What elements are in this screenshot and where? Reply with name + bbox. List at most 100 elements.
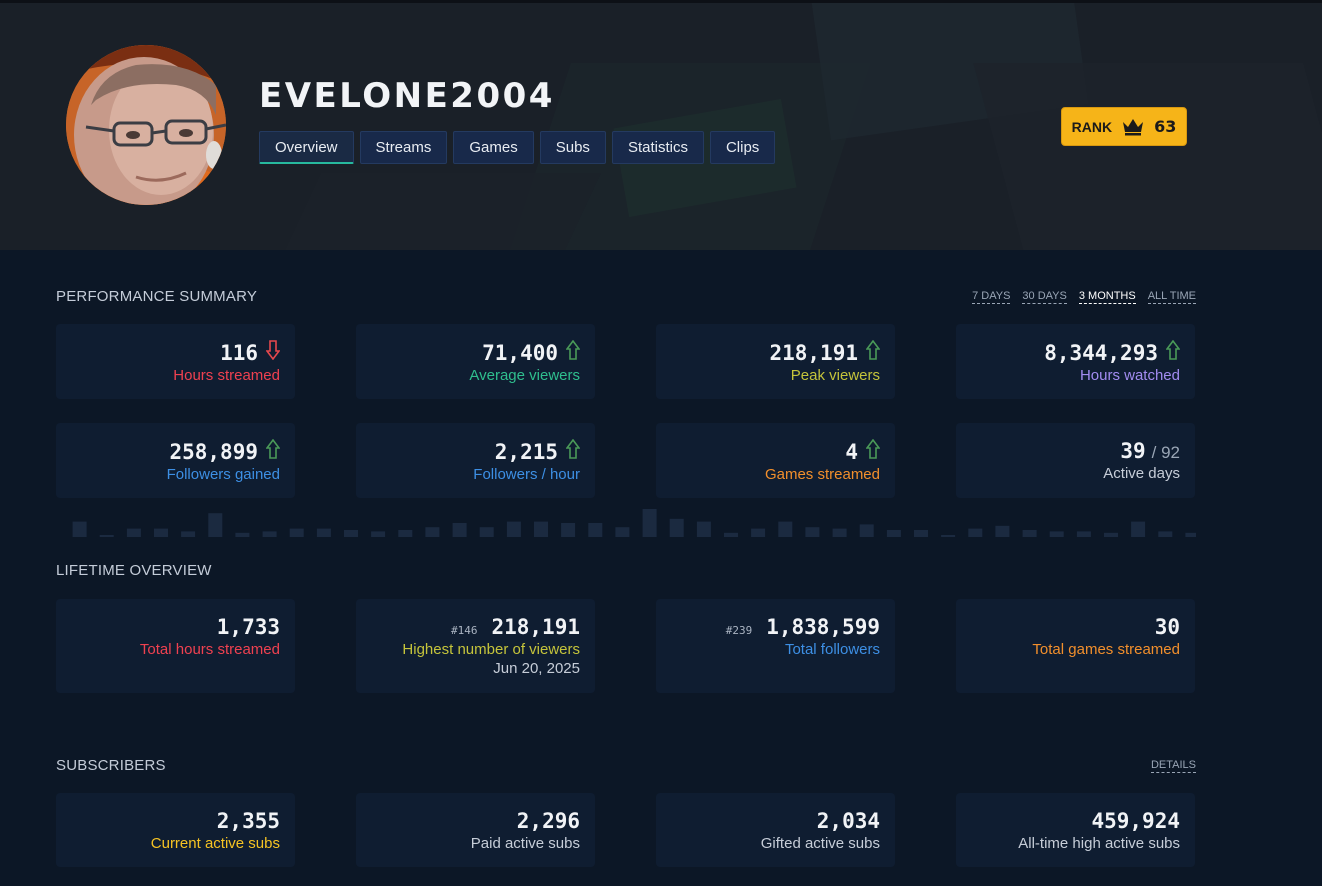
stat-card-hours-watched: 8,344,293 Hours watched (956, 324, 1195, 399)
stat-card-peak-viewers: 218,191 Peak viewers (656, 324, 895, 399)
stat-card-followers-gained: 258,899 Followers gained (56, 423, 295, 498)
rank-value: 63 (1154, 117, 1177, 136)
stat-value: 218,191 (491, 615, 580, 639)
tab-games[interactable]: Games (453, 131, 534, 164)
activity-bar (1104, 532, 1118, 537)
stat-value: 2,215 (494, 440, 558, 464)
stat-date: Jun 20, 2025 (493, 660, 580, 677)
trend-up-icon (1166, 340, 1180, 360)
tab-clips[interactable]: Clips (709, 131, 776, 164)
stat-label: Gifted active subs (760, 835, 880, 852)
stat-card-followers-per-hour: 2,215 Followers / hour (356, 423, 595, 498)
activity-bar (778, 521, 793, 537)
header-background-shape (279, 173, 601, 250)
stat-card-hours-streamed: 116 Hours streamed (56, 324, 295, 399)
activity-bar (154, 528, 168, 537)
stat-card-average-viewers: 71,400 Average viewers (356, 324, 595, 399)
stat-label: Hours streamed (173, 367, 280, 384)
stat-value: 459,924 (1091, 809, 1180, 833)
rank-badge[interactable]: RANK 63 (1061, 107, 1187, 146)
stat-value: 2,034 (816, 809, 880, 833)
activity-bar (208, 513, 223, 537)
range-3-months[interactable]: 3 MONTHS (1078, 290, 1136, 304)
lifetime-card-highest-viewers: #146 218,191 Highest number of viewers J… (356, 599, 595, 693)
activity-bar (506, 521, 521, 537)
activity-bar (126, 528, 141, 537)
trend-up-icon (866, 340, 880, 360)
activity-bar (642, 509, 657, 537)
activity-bar (398, 530, 413, 537)
activity-bar (72, 521, 87, 537)
trend-up-icon (266, 439, 280, 459)
stat-total-days: / 92 (1151, 443, 1180, 462)
time-range-selector: 7 DAYS 30 DAYS 3 MONTHS ALL TIME (972, 290, 1196, 304)
activity-bar (832, 528, 847, 537)
stat-label: Hours watched (1079, 367, 1180, 384)
activity-bar (805, 527, 820, 537)
tab-subs[interactable]: Subs (539, 131, 606, 164)
activity-bar (235, 532, 250, 537)
trend-up-icon (866, 439, 880, 459)
stat-value: 39 (1120, 439, 1146, 463)
tab-statistics[interactable]: Statistics (611, 131, 704, 164)
subs-card-current-active: 2,355 Current active subs (56, 793, 295, 867)
range-all-time[interactable]: ALL TIME (1147, 290, 1196, 304)
stat-label: Paid active subs (470, 835, 580, 852)
stat-value: 2,296 (516, 809, 580, 833)
activity-bar (1049, 531, 1064, 537)
tab-overview[interactable]: Overview (259, 131, 354, 164)
lifetime-card-total-games: 30 Total games streamed (956, 599, 1195, 693)
activity-bar (941, 535, 956, 537)
range-7-days[interactable]: 7 DAYS (972, 290, 1011, 304)
activity-bar (99, 535, 114, 537)
activity-bar-chart (72, 509, 1196, 537)
stat-label: Followers / hour (473, 466, 580, 483)
subscribers-details-link[interactable]: DETAILS (1150, 759, 1196, 773)
stat-label: Average viewers (469, 367, 580, 384)
activity-bar (669, 518, 684, 537)
subs-card-paid-active: 2,296 Paid active subs (356, 793, 595, 867)
activity-bar (181, 531, 196, 537)
activity-bar (344, 530, 358, 537)
stat-label: Total hours streamed (139, 641, 280, 658)
activity-bar (452, 523, 467, 537)
stat-label: Active days (1103, 465, 1180, 482)
activity-bar (1131, 521, 1146, 537)
rank-position: #146 (450, 624, 478, 637)
stat-value: 1,733 (216, 615, 280, 639)
crown-icon (1123, 118, 1144, 135)
lifetime-card-total-followers: #239 1,838,599 Total followers (656, 599, 895, 693)
activity-bar (886, 530, 901, 537)
activity-bar (534, 521, 548, 537)
stat-value: 30 (1154, 615, 1180, 639)
activity-bar (615, 527, 630, 537)
stat-value: 8,344,293 (1044, 341, 1158, 365)
channel-avatar[interactable] (66, 45, 226, 205)
lifetime-overview-title: LIFETIME OVERVIEW (56, 562, 212, 579)
subs-card-gifted-active: 2,034 Gifted active subs (656, 793, 895, 867)
activity-bar (316, 528, 331, 537)
range-30-days[interactable]: 30 DAYS (1022, 290, 1067, 304)
stat-label: Games streamed (764, 466, 880, 483)
rank-label: RANK (1071, 118, 1113, 135)
activity-bar (588, 523, 603, 537)
trend-up-icon (566, 340, 580, 360)
stat-value: 4 (845, 440, 858, 464)
stat-card-active-days: 39 / 92 Active days (956, 423, 1195, 498)
activity-bar (1076, 531, 1091, 537)
trend-down-icon (266, 340, 280, 360)
stat-label: All-time high active subs (1018, 835, 1180, 852)
activity-bar (561, 523, 576, 537)
header-background-shape (973, 63, 1322, 250)
avatar-image (66, 45, 226, 205)
stat-label: Total followers (784, 641, 880, 658)
activity-bar (696, 521, 711, 537)
activity-bar (1022, 530, 1037, 537)
channel-name: EVELONE2004 (259, 76, 555, 116)
activity-bar (995, 525, 1010, 537)
stat-card-games-streamed: 4 Games streamed (656, 423, 895, 498)
tab-streams[interactable]: Streams (359, 131, 448, 164)
activity-bar (1185, 532, 1196, 537)
activity-bar (968, 528, 983, 537)
performance-summary-title: PERFORMANCE SUMMARY (56, 288, 258, 305)
